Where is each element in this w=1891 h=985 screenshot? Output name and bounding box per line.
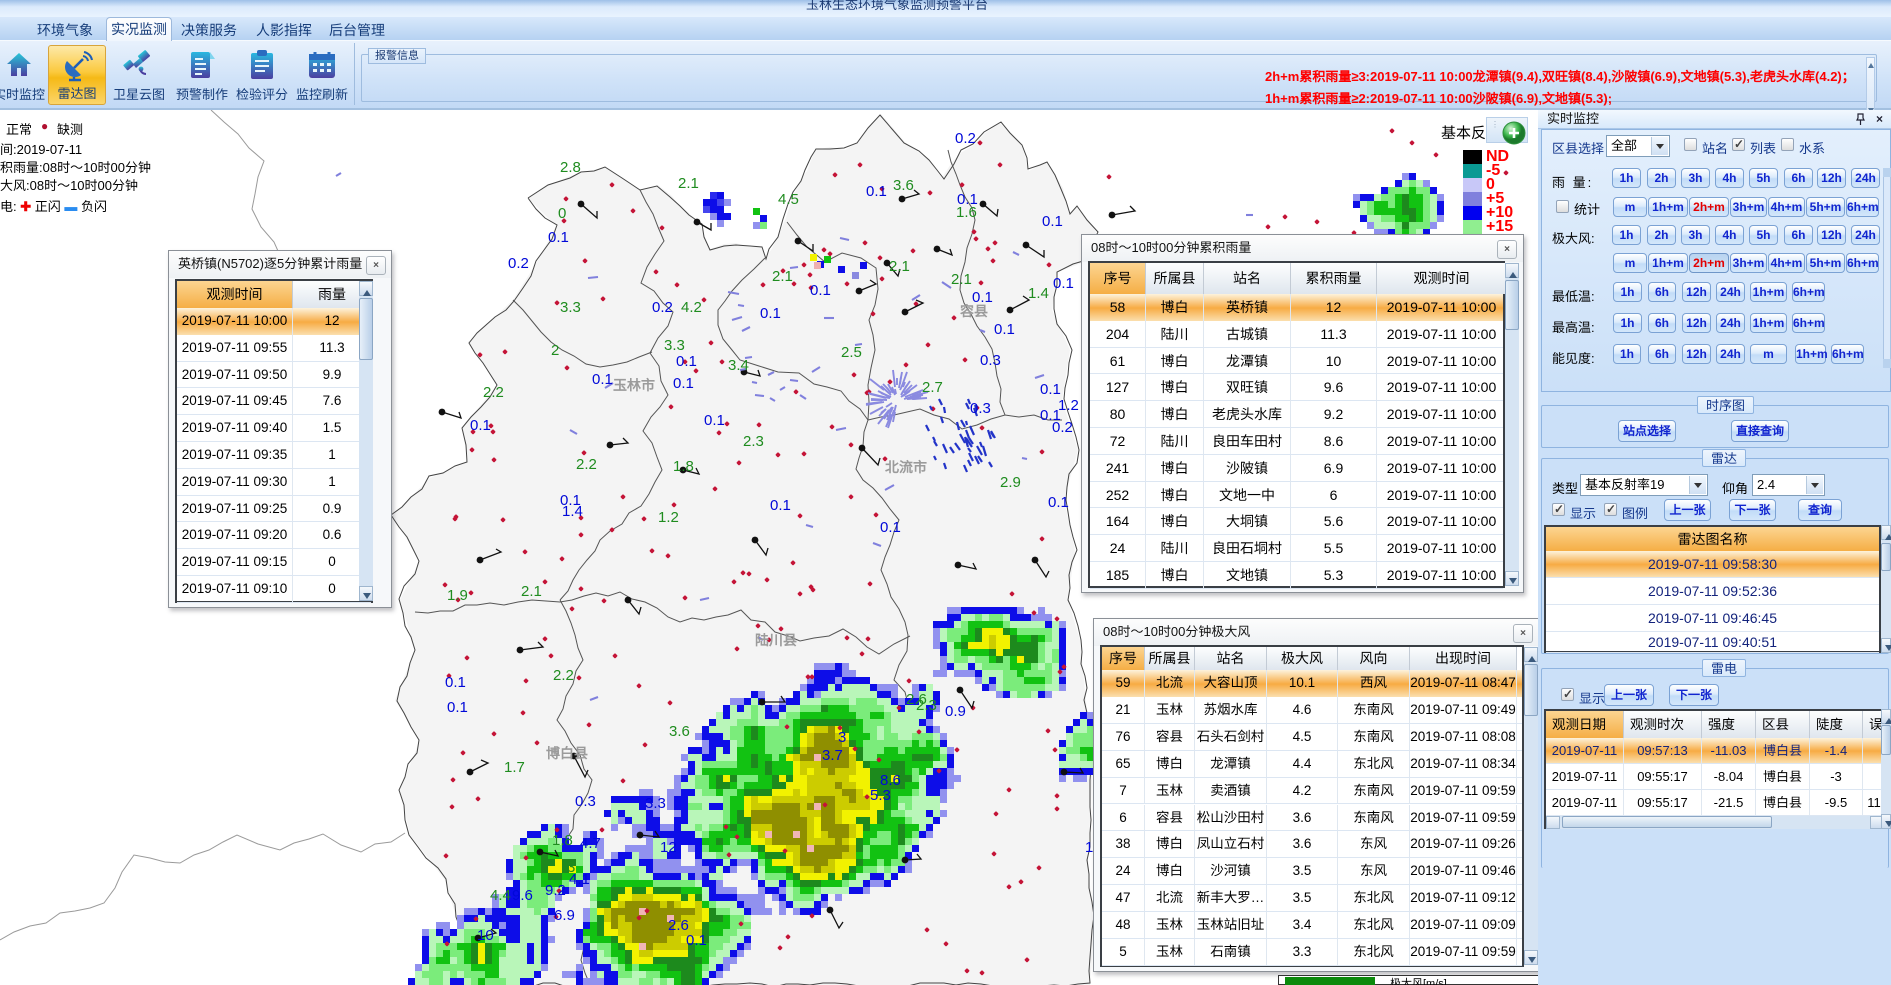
svg-text:0.2: 0.2 <box>652 299 673 316</box>
svg-text:1.4: 1.4 <box>1028 285 1049 302</box>
svg-text:1.7: 1.7 <box>504 759 525 776</box>
svg-text:容县: 容县 <box>959 303 988 319</box>
svg-text:9.6: 9.6 <box>512 887 533 904</box>
svg-text:1.2: 1.2 <box>658 509 679 526</box>
svg-text:1.4: 1.4 <box>562 503 583 520</box>
svg-text:4.5: 4.5 <box>778 191 799 208</box>
svg-text:2.9: 2.9 <box>1000 474 1021 491</box>
svg-text:0.1: 0.1 <box>470 417 491 434</box>
svg-text:4.1: 4.1 <box>569 871 590 888</box>
svg-text:2.3: 2.3 <box>916 697 937 714</box>
svg-text:9.2: 9.2 <box>545 882 566 899</box>
svg-text:0.1: 0.1 <box>686 932 707 949</box>
svg-text:3.3: 3.3 <box>560 299 581 316</box>
svg-text:3.4: 3.4 <box>728 357 749 374</box>
svg-text:3.6: 3.6 <box>893 177 914 194</box>
svg-text:0.1: 0.1 <box>673 375 694 392</box>
svg-text:0.1: 0.1 <box>760 305 781 322</box>
svg-text:2.1: 2.1 <box>678 175 699 192</box>
svg-text:0.9: 0.9 <box>945 703 966 720</box>
svg-text:6.9: 6.9 <box>554 907 575 924</box>
svg-text:1.8: 1.8 <box>673 458 694 475</box>
svg-text:玉林市: 玉林市 <box>613 377 655 393</box>
svg-text:1.9: 1.9 <box>447 587 468 604</box>
svg-text:1.8: 1.8 <box>552 832 573 849</box>
svg-text:0.1: 0.1 <box>1042 213 1063 230</box>
svg-text:2.8: 2.8 <box>560 159 581 176</box>
svg-text:3.3: 3.3 <box>645 795 666 812</box>
svg-text:0.1: 0.1 <box>770 497 791 514</box>
svg-text:5.3: 5.3 <box>870 787 891 804</box>
svg-text:0.2: 0.2 <box>955 130 976 147</box>
svg-text:2.2: 2.2 <box>576 456 597 473</box>
svg-text:0.3: 0.3 <box>970 400 991 417</box>
svg-text:0: 0 <box>558 205 566 222</box>
svg-text:博白县: 博白县 <box>546 745 588 761</box>
svg-text:3.6: 3.6 <box>669 723 690 740</box>
svg-text:0.1: 0.1 <box>592 371 613 388</box>
svg-text:2.1: 2.1 <box>951 271 972 288</box>
svg-text:2.1: 2.1 <box>521 583 542 600</box>
svg-text:4.4: 4.4 <box>490 887 511 904</box>
svg-text:0.1: 0.1 <box>994 321 1015 338</box>
svg-text:2.3: 2.3 <box>743 433 764 450</box>
svg-text:0.1: 0.1 <box>445 674 466 691</box>
svg-text:0.3: 0.3 <box>980 352 1001 369</box>
svg-text:1.2: 1.2 <box>1058 397 1079 414</box>
svg-text:12: 12 <box>660 839 677 856</box>
svg-text:陆川县: 陆川县 <box>755 632 797 648</box>
svg-text:0.2: 0.2 <box>1052 419 1073 436</box>
svg-text:0.2: 0.2 <box>508 255 529 272</box>
svg-text:2.7: 2.7 <box>922 379 943 396</box>
svg-text:3: 3 <box>838 729 846 746</box>
svg-text:0.1: 0.1 <box>866 183 887 200</box>
svg-text:2.2: 2.2 <box>483 384 504 401</box>
svg-text:2.1: 2.1 <box>889 258 910 275</box>
svg-text:0.1: 0.1 <box>704 412 725 429</box>
svg-text:0.1: 0.1 <box>957 191 978 208</box>
svg-text:0.1: 0.1 <box>548 229 569 246</box>
svg-text:2: 2 <box>551 342 559 359</box>
svg-text:0.1: 0.1 <box>1048 494 1069 511</box>
svg-text:3.3: 3.3 <box>664 337 685 354</box>
svg-text:0.1: 0.1 <box>810 282 831 299</box>
svg-text:0.3: 0.3 <box>575 793 596 810</box>
svg-text:2.1: 2.1 <box>772 268 793 285</box>
svg-text:0.1: 0.1 <box>447 699 468 716</box>
svg-text:0.1: 0.1 <box>1040 381 1061 398</box>
svg-text:4.7: 4.7 <box>580 835 601 852</box>
svg-text:3.7: 3.7 <box>822 747 843 764</box>
svg-text:0.1: 0.1 <box>676 353 697 370</box>
svg-text:北流市: 北流市 <box>885 459 927 475</box>
svg-text:0.1: 0.1 <box>880 519 901 536</box>
svg-text:2.5: 2.5 <box>841 344 862 361</box>
svg-text:10: 10 <box>477 927 494 944</box>
svg-text:0.1: 0.1 <box>1053 275 1074 292</box>
svg-text:4.2: 4.2 <box>681 299 702 316</box>
svg-text:2.2: 2.2 <box>553 667 574 684</box>
